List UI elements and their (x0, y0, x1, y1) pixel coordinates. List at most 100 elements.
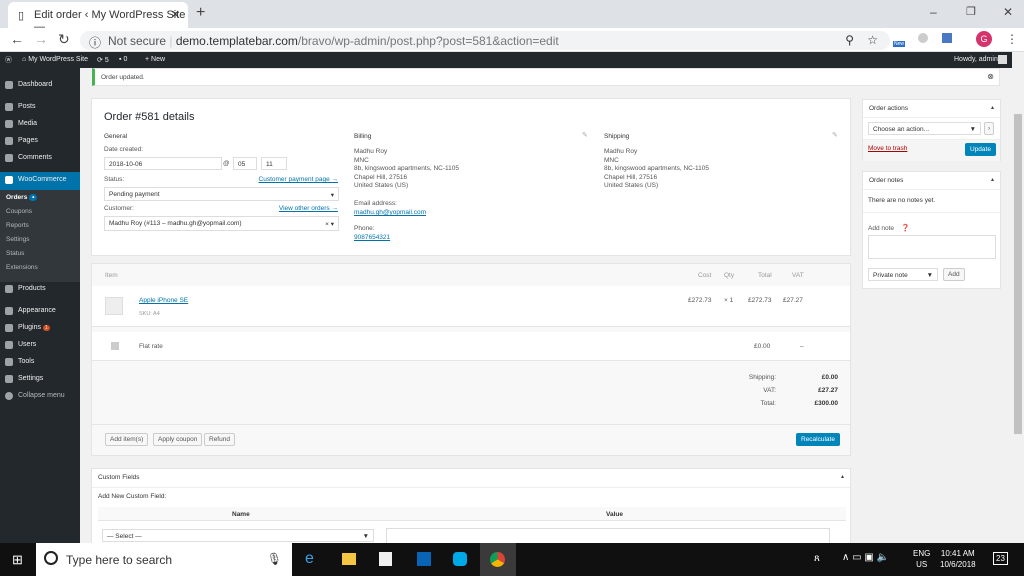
bookmark-star-icon[interactable]: ☆ (867, 33, 878, 47)
outlook-icon[interactable] (417, 552, 431, 566)
sidebar-item-tools[interactable]: Tools (0, 354, 80, 370)
browser-tab[interactable]: ▯ Edit order ‹ My WordPress Site — ✕ (8, 2, 188, 33)
billing-phone-link[interactable]: 9087654321 (354, 234, 390, 241)
scrollbar-thumb[interactable] (1014, 114, 1022, 434)
info-icon: ⓘ (89, 36, 102, 50)
sidebar-item-products[interactable]: Products (0, 281, 80, 297)
howdy-account-link[interactable]: Howdy, admin (954, 56, 998, 63)
file-explorer-icon[interactable] (342, 553, 356, 565)
collapse-menu-button[interactable]: Collapse menu (0, 388, 80, 404)
edit-pencil-icon[interactable]: ✎ (582, 131, 588, 139)
status-select[interactable]: Pending payment ▾ (104, 187, 339, 201)
submenu-coupons[interactable]: Coupons (6, 208, 32, 215)
plugin-icon (5, 324, 13, 332)
updates-link[interactable]: ⟳ 5 (97, 56, 109, 64)
help-icon[interactable]: ❓ (901, 224, 910, 232)
new-content-link[interactable]: + New (145, 56, 165, 63)
back-icon[interactable]: ← (10, 31, 24, 47)
microphone-icon[interactable]: 🎙 (267, 552, 282, 566)
refund-button[interactable]: Refund (204, 433, 235, 446)
add-note-button[interactable]: Add (943, 268, 965, 281)
dismiss-icon[interactable]: ⊗ (987, 72, 994, 81)
skype-icon[interactable] (453, 552, 467, 566)
submenu-settings[interactable]: Settings (6, 236, 30, 243)
sidebar-item-users[interactable]: Users (0, 337, 80, 353)
order-notes-panel: Order notes ▴ There are no notes yet. Ad… (862, 171, 1001, 289)
order-action-select[interactable]: Choose an action... ▼ (868, 122, 981, 135)
site-name-link[interactable]: ⌂ My WordPress Site (22, 56, 88, 63)
close-window-icon[interactable]: ✕ (1003, 5, 1013, 19)
submenu-status[interactable]: Status (6, 250, 24, 257)
sidebar-item-appearance[interactable]: Appearance (0, 303, 80, 319)
tray-icons[interactable]: ∧ ▭ ▣ 🔈 (842, 552, 889, 563)
hour-input[interactable]: 05 (233, 157, 257, 170)
date-created-input[interactable]: 2018-10-06 (104, 157, 222, 170)
collapse-toggle-icon[interactable]: ▴ (991, 176, 994, 183)
add-note-textarea[interactable] (868, 235, 996, 259)
profile-avatar[interactable]: G (976, 31, 992, 47)
customer-payment-page-link[interactable]: Customer payment page → (259, 176, 338, 183)
menu-icon[interactable]: ⋮ (1006, 32, 1018, 46)
sidebar-item-dashboard[interactable]: Dashboard (0, 77, 80, 93)
shipping-line-row: Flat rate £0.00 – (92, 332, 850, 361)
windows-start-icon[interactable]: ⊞ (12, 552, 23, 568)
add-items-button[interactable]: Add item(s) (105, 433, 149, 446)
extension-badge[interactable]: New (893, 41, 906, 47)
sidebar-item-pages[interactable]: Pages (0, 133, 80, 149)
view-other-orders-link[interactable]: View other orders → (279, 205, 338, 212)
reload-icon[interactable]: ↻ (58, 31, 70, 48)
comments-link[interactable]: ▪ 0 (119, 56, 127, 63)
sidebar-item-plugins[interactable]: Plugins 1 (0, 320, 80, 336)
new-tab-icon[interactable]: + (196, 4, 205, 22)
zoom-icon[interactable]: ⚲ (845, 33, 854, 47)
clock[interactable]: 10:41 AM 10/6/2018 (940, 548, 976, 570)
extension-icon[interactable] (942, 33, 952, 43)
submenu-reports[interactable]: Reports (6, 222, 29, 229)
recalculate-button[interactable]: Recalculate (796, 433, 840, 446)
collapse-icon (5, 392, 13, 400)
apply-action-button[interactable]: › (984, 122, 995, 135)
collapse-toggle-icon[interactable]: ▴ (841, 473, 844, 480)
sidebar-item-media[interactable]: Media (0, 116, 80, 132)
collapse-toggle-icon[interactable]: ▴ (991, 104, 994, 111)
edit-pencil-icon[interactable]: ✎ (832, 131, 838, 139)
move-to-trash-link[interactable]: Move to trash (868, 145, 907, 152)
chrome-taskbar-button[interactable] (480, 543, 516, 576)
notifications-icon[interactable]: 23 (993, 552, 1008, 565)
wordpress-logo-icon[interactable]: ⓦ (5, 55, 12, 65)
apply-coupon-button[interactable]: Apply coupon (153, 433, 203, 446)
brush-icon (5, 307, 13, 315)
update-button[interactable]: Update (965, 143, 996, 156)
language-indicator[interactable]: ENG US (913, 548, 930, 570)
forward-icon[interactable]: → (34, 31, 48, 47)
url-input[interactable]: ⓘ Not secure | demo.templatebar.com/brav… (80, 31, 890, 50)
comments-icon (5, 154, 13, 162)
line-item-row: Apple iPhone SE SKU: A4 £272.73 × 1 £272… (92, 286, 850, 327)
taskbar-search-input[interactable]: Type here to search 🎙 (36, 543, 292, 576)
browser-tab-bar: ▯ Edit order ‹ My WordPress Site — ✕ + –… (0, 0, 1024, 33)
people-icon[interactable]: ጸ (814, 553, 820, 564)
submenu-orders[interactable]: Orders • (6, 194, 38, 201)
url-host: demo.templatebar.com (175, 34, 298, 48)
page-scrollbar[interactable] (1012, 52, 1024, 543)
sidebar-item-settings[interactable]: Settings (0, 371, 80, 387)
customer-select[interactable]: Madhu Roy (#113 – madhu.gh@yopmail.com) ×… (104, 216, 339, 231)
note-type-select[interactable]: Private note ▼ (868, 268, 938, 281)
minute-input[interactable]: 11 (261, 157, 287, 170)
sidebar-item-comments[interactable]: Comments (0, 150, 80, 166)
settings-icon (5, 375, 13, 383)
close-tab-icon[interactable]: ✕ (171, 8, 180, 21)
restore-icon[interactable]: ❐ (966, 5, 976, 18)
minimize-icon[interactable]: – (930, 5, 937, 19)
custom-field-name-select[interactable]: — Select — ▼ (102, 529, 374, 542)
users-icon (5, 341, 13, 349)
billing-email-link[interactable]: madhu.gh@yopmail.com (354, 209, 426, 216)
product-link[interactable]: Apple iPhone SE (139, 297, 188, 304)
store-icon[interactable] (379, 552, 392, 566)
edge-icon[interactable]: e (305, 550, 314, 568)
sidebar-item-posts[interactable]: Posts (0, 99, 80, 115)
sidebar-item-woocommerce[interactable]: WooCommerce (0, 172, 80, 190)
submenu-extensions[interactable]: Extensions (6, 264, 38, 271)
avatar[interactable] (998, 55, 1007, 64)
extension-icon[interactable] (918, 33, 928, 43)
